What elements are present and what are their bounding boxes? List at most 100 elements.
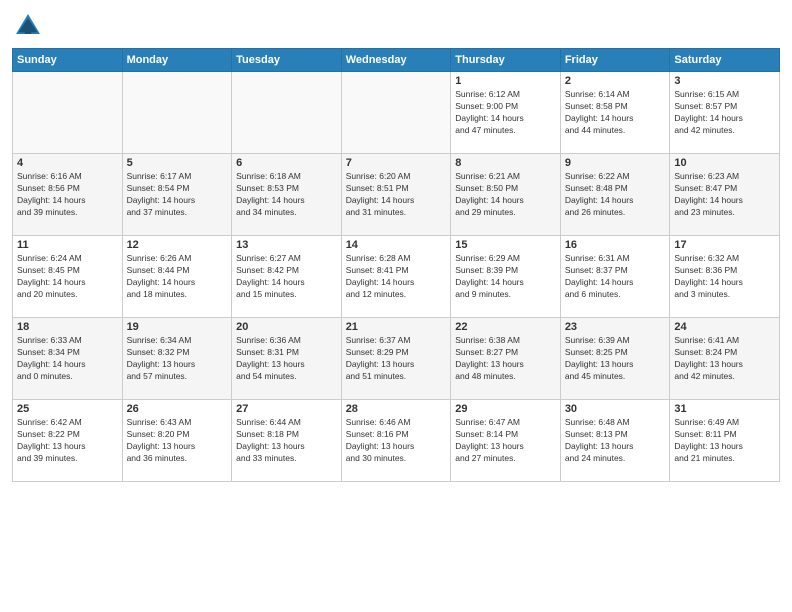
- week-row-4: 18 Sunrise: 6:33 AM Sunset: 8:34 PM Dayli…: [13, 318, 780, 400]
- day-cell: 4 Sunrise: 6:16 AM Sunset: 8:56 PM Daylig…: [13, 154, 123, 236]
- day-info: Sunrise: 6:37 AM Sunset: 8:29 PM Dayligh…: [346, 335, 447, 383]
- day-cell: 27Sunrise: 6:44 AM Sunset: 8:18 PM Dayli…: [232, 400, 342, 482]
- day-number: 22: [455, 321, 556, 333]
- day-number: 2: [565, 75, 666, 87]
- day-cell: [122, 72, 232, 154]
- day-info: Sunrise: 6:22 AM Sunset: 8:48 PM Dayligh…: [565, 171, 666, 219]
- day-number: 15: [455, 239, 556, 251]
- day-cell: 7 Sunrise: 6:20 AM Sunset: 8:51 PM Daylig…: [341, 154, 451, 236]
- day-number: 24: [674, 321, 775, 333]
- week-row-1: 1 Sunrise: 6:12 AM Sunset: 9:00 PM Daylig…: [13, 72, 780, 154]
- day-number: 28: [346, 403, 447, 415]
- day-number: 20: [236, 321, 337, 333]
- day-info: Sunrise: 6:47 AM Sunset: 8:14 PM Dayligh…: [455, 417, 556, 465]
- day-cell: 10 Sunrise: 6:23 AM Sunset: 8:47 PM Dayli…: [670, 154, 780, 236]
- day-cell: 28 Sunrise: 6:46 AM Sunset: 8:16 PM Dayli…: [341, 400, 451, 482]
- day-cell: 19 Sunrise: 6:34 AM Sunset: 8:32 PM Dayli…: [122, 318, 232, 400]
- day-cell: [341, 72, 451, 154]
- day-number: 4: [17, 157, 118, 169]
- day-cell: 30 Sunrise: 6:48 AM Sunset: 8:13 PM Dayli…: [560, 400, 670, 482]
- day-number: 29: [455, 403, 556, 415]
- day-info: Sunrise: 6:49 AM Sunset: 8:11 PM Dayligh…: [674, 417, 775, 465]
- day-number: 9: [565, 157, 666, 169]
- day-cell: 5 Sunrise: 6:17 AM Sunset: 8:54 PM Daylig…: [122, 154, 232, 236]
- day-number: 3: [674, 75, 775, 87]
- day-info: Sunrise: 6:34 AM Sunset: 8:32 PM Dayligh…: [127, 335, 228, 383]
- week-row-5: 25 Sunrise: 6:42 AM Sunset: 8:22 PM Dayli…: [13, 400, 780, 482]
- day-number: 6: [236, 157, 337, 169]
- week-row-2: 4 Sunrise: 6:16 AM Sunset: 8:56 PM Daylig…: [13, 154, 780, 236]
- day-number: 16: [565, 239, 666, 251]
- day-cell: 23Sunrise: 6:39 AM Sunset: 8:25 PM Dayli…: [560, 318, 670, 400]
- day-cell: 14 Sunrise: 6:28 AM Sunset: 8:41 PM Dayli…: [341, 236, 451, 318]
- day-info: Sunrise: 6:24 AM Sunset: 8:45 PM Dayligh…: [17, 253, 118, 301]
- day-info: Sunrise: 6:26 AM Sunset: 8:44 PM Dayligh…: [127, 253, 228, 301]
- day-cell: 12 Sunrise: 6:26 AM Sunset: 8:44 PM Dayli…: [122, 236, 232, 318]
- day-number: 27: [236, 403, 337, 415]
- day-number: 26: [127, 403, 228, 415]
- day-cell: 22 Sunrise: 6:38 AM Sunset: 8:27 PM Dayli…: [451, 318, 561, 400]
- day-info: Sunrise: 6:38 AM Sunset: 8:27 PM Dayligh…: [455, 335, 556, 383]
- day-number: 8: [455, 157, 556, 169]
- header: [12, 10, 780, 42]
- day-cell: 11Sunrise: 6:24 AM Sunset: 8:45 PM Dayli…: [13, 236, 123, 318]
- day-info: Sunrise: 6:17 AM Sunset: 8:54 PM Dayligh…: [127, 171, 228, 219]
- calendar-table: SundayMondayTuesdayWednesdayThursdayFrid…: [12, 48, 780, 482]
- day-number: 30: [565, 403, 666, 415]
- day-info: Sunrise: 6:12 AM Sunset: 9:00 PM Dayligh…: [455, 89, 556, 137]
- day-number: 14: [346, 239, 447, 251]
- calendar-body: 1 Sunrise: 6:12 AM Sunset: 9:00 PM Daylig…: [13, 72, 780, 482]
- day-cell: 29 Sunrise: 6:47 AM Sunset: 8:14 PM Dayli…: [451, 400, 561, 482]
- day-cell: 15Sunrise: 6:29 AM Sunset: 8:39 PM Dayli…: [451, 236, 561, 318]
- day-info: Sunrise: 6:46 AM Sunset: 8:16 PM Dayligh…: [346, 417, 447, 465]
- day-cell: 16 Sunrise: 6:31 AM Sunset: 8:37 PM Dayli…: [560, 236, 670, 318]
- day-number: 12: [127, 239, 228, 251]
- logo-icon: [12, 10, 44, 42]
- header-row: SundayMondayTuesdayWednesdayThursdayFrid…: [13, 49, 780, 72]
- day-info: Sunrise: 6:32 AM Sunset: 8:36 PM Dayligh…: [674, 253, 775, 301]
- day-info: Sunrise: 6:39 AM Sunset: 8:25 PM Dayligh…: [565, 335, 666, 383]
- day-number: 1: [455, 75, 556, 87]
- day-info: Sunrise: 6:42 AM Sunset: 8:22 PM Dayligh…: [17, 417, 118, 465]
- day-number: 31: [674, 403, 775, 415]
- day-cell: 1 Sunrise: 6:12 AM Sunset: 9:00 PM Daylig…: [451, 72, 561, 154]
- day-number: 19: [127, 321, 228, 333]
- day-number: 17: [674, 239, 775, 251]
- header-cell-monday: Monday: [122, 49, 232, 72]
- day-info: Sunrise: 6:43 AM Sunset: 8:20 PM Dayligh…: [127, 417, 228, 465]
- day-number: 18: [17, 321, 118, 333]
- day-info: Sunrise: 6:14 AM Sunset: 8:58 PM Dayligh…: [565, 89, 666, 137]
- day-info: Sunrise: 6:20 AM Sunset: 8:51 PM Dayligh…: [346, 171, 447, 219]
- day-number: 5: [127, 157, 228, 169]
- day-info: Sunrise: 6:27 AM Sunset: 8:42 PM Dayligh…: [236, 253, 337, 301]
- day-number: 7: [346, 157, 447, 169]
- day-cell: 21Sunrise: 6:37 AM Sunset: 8:29 PM Dayli…: [341, 318, 451, 400]
- day-info: Sunrise: 6:28 AM Sunset: 8:41 PM Dayligh…: [346, 253, 447, 301]
- day-info: Sunrise: 6:41 AM Sunset: 8:24 PM Dayligh…: [674, 335, 775, 383]
- day-info: Sunrise: 6:36 AM Sunset: 8:31 PM Dayligh…: [236, 335, 337, 383]
- day-cell: 3 Sunrise: 6:15 AM Sunset: 8:57 PM Daylig…: [670, 72, 780, 154]
- day-cell: 25 Sunrise: 6:42 AM Sunset: 8:22 PM Dayli…: [13, 400, 123, 482]
- day-info: Sunrise: 6:48 AM Sunset: 8:13 PM Dayligh…: [565, 417, 666, 465]
- page-container: SundayMondayTuesdayWednesdayThursdayFrid…: [0, 0, 792, 492]
- header-cell-tuesday: Tuesday: [232, 49, 342, 72]
- header-cell-sunday: Sunday: [13, 49, 123, 72]
- day-info: Sunrise: 6:15 AM Sunset: 8:57 PM Dayligh…: [674, 89, 775, 137]
- day-info: Sunrise: 6:21 AM Sunset: 8:50 PM Dayligh…: [455, 171, 556, 219]
- day-cell: 17 Sunrise: 6:32 AM Sunset: 8:36 PM Dayli…: [670, 236, 780, 318]
- day-cell: 31 Sunrise: 6:49 AM Sunset: 8:11 PM Dayli…: [670, 400, 780, 482]
- day-number: 10: [674, 157, 775, 169]
- day-info: Sunrise: 6:33 AM Sunset: 8:34 PM Dayligh…: [17, 335, 118, 383]
- day-info: Sunrise: 6:23 AM Sunset: 8:47 PM Dayligh…: [674, 171, 775, 219]
- day-cell: 20 Sunrise: 6:36 AM Sunset: 8:31 PM Dayli…: [232, 318, 342, 400]
- day-info: Sunrise: 6:16 AM Sunset: 8:56 PM Dayligh…: [17, 171, 118, 219]
- day-number: 25: [17, 403, 118, 415]
- day-number: 13: [236, 239, 337, 251]
- header-cell-saturday: Saturday: [670, 49, 780, 72]
- day-cell: 18 Sunrise: 6:33 AM Sunset: 8:34 PM Dayli…: [13, 318, 123, 400]
- day-cell: 24 Sunrise: 6:41 AM Sunset: 8:24 PM Dayli…: [670, 318, 780, 400]
- day-info: Sunrise: 6:31 AM Sunset: 8:37 PM Dayligh…: [565, 253, 666, 301]
- day-cell: [13, 72, 123, 154]
- day-cell: 9 Sunrise: 6:22 AM Sunset: 8:48 PM Daylig…: [560, 154, 670, 236]
- header-cell-friday: Friday: [560, 49, 670, 72]
